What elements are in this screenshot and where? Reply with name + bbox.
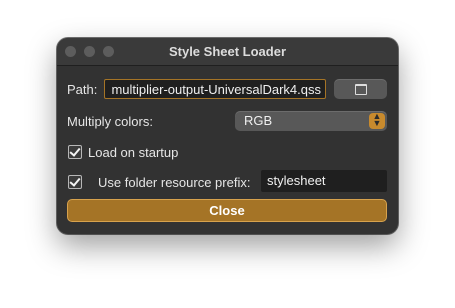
multiply-colors-value: RGB bbox=[244, 113, 273, 128]
checkmark-icon bbox=[69, 145, 81, 157]
checkmark-icon bbox=[69, 175, 81, 187]
path-input[interactable]: multiplier-output-UniversalDark4.qss bbox=[104, 79, 326, 99]
title-bar: Style Sheet Loader bbox=[57, 38, 398, 66]
path-label: Path: bbox=[67, 82, 98, 97]
folder-prefix-label: Use folder resource prefix: bbox=[98, 175, 251, 190]
chevron-up-down-icon: ▲ ▼ bbox=[369, 112, 385, 129]
folder-prefix-input[interactable]: stylesheet bbox=[261, 170, 387, 192]
load-on-startup-checkbox[interactable] bbox=[68, 145, 82, 159]
folder-prefix-checkbox[interactable] bbox=[68, 175, 82, 189]
style-sheet-loader-window: Style Sheet Loader Path: multiplier-outp… bbox=[57, 38, 398, 234]
window-title: Style Sheet Loader bbox=[168, 44, 287, 59]
load-on-startup-label: Load on startup bbox=[88, 145, 179, 160]
close-button[interactable]: Close bbox=[67, 199, 387, 222]
close-button-label: Close bbox=[209, 203, 245, 218]
browse-button[interactable] bbox=[334, 79, 387, 99]
folder-icon bbox=[355, 84, 367, 95]
multiply-colors-label: Multiply colors: bbox=[67, 114, 153, 129]
multiply-colors-select[interactable]: RGB ▲ ▼ bbox=[235, 111, 387, 131]
